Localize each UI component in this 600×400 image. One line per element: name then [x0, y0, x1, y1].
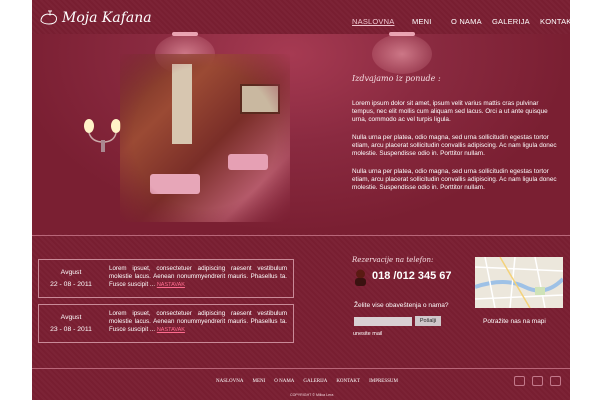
news-date-value: 22 - 08 - 2011 — [50, 281, 92, 288]
footer-nav-kontakt[interactable]: KONTAKT — [336, 379, 360, 384]
footer-nav-galerija[interactable]: GALERIJA — [303, 379, 327, 384]
news-text: Lorem ipsuet, consectetuer adipiscing ra… — [109, 310, 287, 334]
section-divider — [32, 235, 570, 236]
news-item: Avgust 23 - 08 - 2011 Lorem ipsuet, cons… — [38, 304, 294, 343]
footer-nav-naslovna[interactable]: NASLOVNA — [216, 379, 244, 384]
news-body: Lorem ipsuet, consectetuer adipiscing ra… — [103, 305, 293, 342]
wall-sconce-icon — [84, 119, 121, 152]
newsletter-email-input[interactable] — [354, 317, 412, 326]
newsletter-submit-button[interactable]: Pošalji — [415, 316, 441, 326]
map-icon — [475, 257, 563, 308]
map-caption: Potražite nas na mapi — [483, 318, 546, 325]
nav-item-galerija[interactable]: GALERIJA — [492, 17, 540, 26]
news-month: Avgust — [60, 314, 82, 321]
news-date-value: 23 - 08 - 2011 — [50, 326, 92, 333]
newsletter-hint: unesite mail — [353, 331, 383, 337]
news-item: Avgust 22 - 08 - 2011 Lorem ipsuet, cons… — [38, 259, 294, 298]
rss-icon[interactable] — [550, 376, 561, 386]
nav-item-meni[interactable]: MENI — [412, 17, 451, 26]
nav-item-kontakt[interactable]: KONTAKT — [540, 17, 576, 26]
logo[interactable]: Moja Kafana — [38, 9, 152, 27]
location-map[interactable] — [475, 257, 563, 308]
news-text: Lorem ipsuet, consectetuer adipiscing ra… — [109, 265, 287, 289]
facebook-icon[interactable] — [514, 376, 525, 386]
hero-section: Izdvajamo iz ponude : Lorem ipsum dolor … — [32, 32, 570, 234]
page-container: Moja Kafana NASLOVNA MENI O NAMA GALERIJ… — [32, 0, 576, 400]
news-month: Avgust — [60, 269, 82, 276]
lamp-glow — [372, 34, 432, 74]
nav-item-o-nama[interactable]: O NAMA — [451, 17, 492, 26]
footer-nav-meni[interactable]: MENI — [253, 379, 266, 384]
main-nav: NASLOVNA MENI O NAMA GALERIJA KONTAKT — [352, 17, 576, 26]
read-more-link[interactable]: NASTAVAK — [157, 282, 185, 288]
twitter-icon[interactable] — [532, 376, 543, 386]
news-date: Avgust 22 - 08 - 2011 — [39, 260, 103, 297]
restaurant-interior-photo — [120, 54, 290, 222]
reservation-phone[interactable]: 018 /012 345 67 — [372, 270, 452, 282]
nav-item-naslovna[interactable]: NASLOVNA — [352, 17, 412, 26]
newsletter-label: Želite vise obaveštenja o nama? — [354, 302, 449, 309]
footer-nav-impressum[interactable]: IMPRESSUM — [369, 379, 398, 384]
read-more-link[interactable]: NASTAVAK — [157, 327, 185, 333]
footer-nav-o-nama[interactable]: O NAMA — [274, 379, 294, 384]
featured-title: Izdvajamo iz ponude : — [352, 74, 441, 83]
logo-text: Moja Kafana — [62, 10, 152, 26]
news-date: Avgust 23 - 08 - 2011 — [39, 305, 103, 342]
news-body: Lorem ipsuet, consectetuer adipiscing ra… — [103, 260, 293, 297]
phone-person-icon — [355, 269, 366, 286]
featured-paragraph: Nulla urna per platea, odio magna, sed u… — [352, 168, 557, 192]
featured-paragraph: Nulla urna per platea, odio magna, sed u… — [352, 134, 557, 158]
reservation-title: Rezervacije na telefon: — [352, 256, 434, 264]
featured-paragraph: Lorem ipsum dolor sit amet, ipsum velit … — [352, 100, 548, 124]
footer-divider — [32, 368, 570, 369]
copyright-text: COPYRIGHT © Milica Lera — [290, 393, 334, 397]
teapot-logo-icon — [40, 10, 57, 25]
footer-nav: NASLOVNA MENI O NAMA GALERIJA KONTAKT IM… — [216, 379, 407, 384]
